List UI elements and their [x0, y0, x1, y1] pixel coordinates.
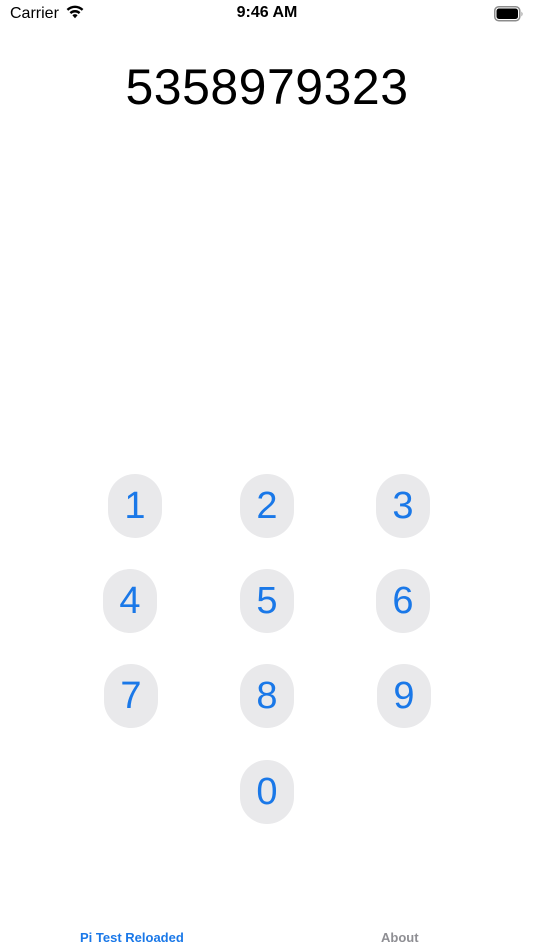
key-0-button[interactable]: 0: [240, 760, 294, 824]
tab-pi-test-reloaded[interactable]: Pi Test Reloaded: [80, 930, 184, 945]
key-7-button[interactable]: 7: [104, 664, 158, 728]
key-2-button[interactable]: 2: [240, 474, 294, 538]
key-9-button[interactable]: 9: [377, 664, 431, 728]
keypad: 1 2 3 4 5 6 7 8 9 0: [0, 0, 534, 950]
tab-bar: Pi Test Reloaded About: [0, 920, 534, 950]
key-8-button[interactable]: 8: [240, 664, 294, 728]
key-5-button[interactable]: 5: [240, 569, 294, 633]
tab-about[interactable]: About: [381, 930, 419, 945]
key-3-button[interactable]: 3: [376, 474, 430, 538]
key-1-button[interactable]: 1: [108, 474, 162, 538]
key-6-button[interactable]: 6: [376, 569, 430, 633]
key-4-button[interactable]: 4: [103, 569, 157, 633]
